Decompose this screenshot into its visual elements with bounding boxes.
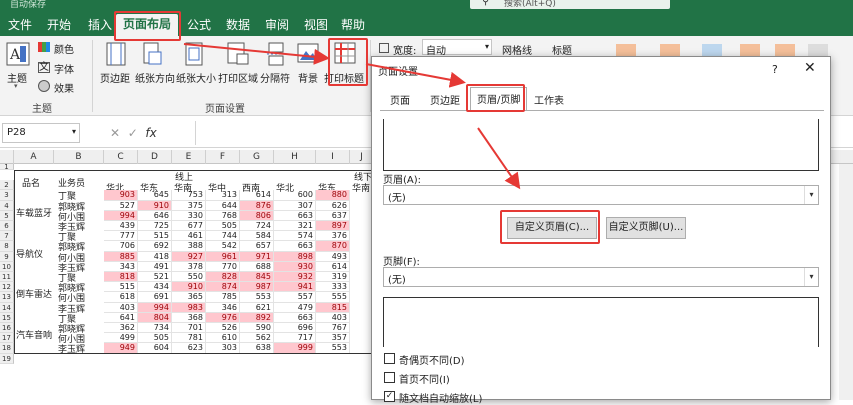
vertical-scrollbar[interactable]: [839, 164, 853, 400]
annotation-arrows: [183, 43, 521, 190]
